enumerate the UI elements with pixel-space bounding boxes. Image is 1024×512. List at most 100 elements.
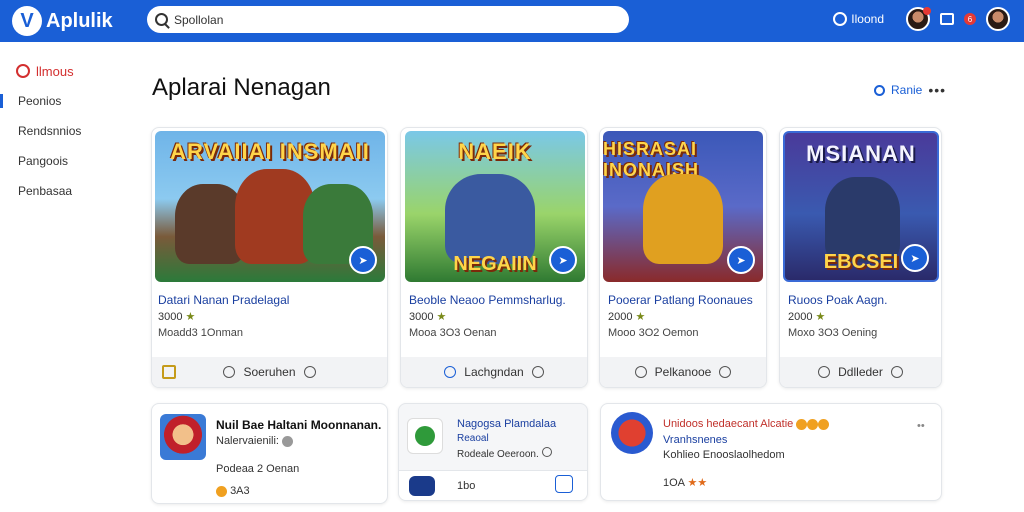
comment-icon <box>634 366 647 378</box>
hero-figure <box>445 174 535 264</box>
list-card-subtitle: Reaoal <box>457 433 489 444</box>
sidebar-item-1[interactable]: Peonios <box>0 86 130 116</box>
card-footer[interactable]: Pelkanooe <box>600 357 766 387</box>
list-card-meta: Podeaa 2 Oenan <box>216 463 300 475</box>
card-title[interactable]: Beoble Neaoo Pemmsharlug. <box>409 293 566 307</box>
game-card-2[interactable]: NAEIK NEGAIIN ➤ Beoble Neaoo Pemmsharlug… <box>400 127 588 388</box>
game-thumbnail[interactable]: HISRASAI INONAISH ➤ <box>603 131 763 282</box>
thumbnail-subtitle: EBCSEI <box>823 251 899 273</box>
status-dot <box>923 7 931 15</box>
count-text: 1OA <box>663 477 685 489</box>
emoji-icon <box>796 418 808 430</box>
app-icon[interactable] <box>611 412 653 454</box>
more-icon[interactable]: ••• <box>928 82 946 98</box>
list-card-3[interactable]: Unidoos hedaecant Alcatie Vranhsnenes Ko… <box>600 403 942 501</box>
hero-figure <box>643 174 723 264</box>
share-icon[interactable]: ➤ <box>727 246 755 274</box>
sidebar-item-label: Pangoois <box>18 154 69 168</box>
list-card-title[interactable]: Nagogsa Plamdalaa <box>457 418 556 430</box>
sidebar-brand[interactable]: llmous <box>0 56 130 86</box>
comment-icon <box>223 366 236 378</box>
card-rating: 3000 ★ <box>158 310 195 323</box>
sidebar-item-4[interactable]: Penbasaa <box>0 176 130 206</box>
meta-text: Rodeale Oeeroon. <box>457 449 539 460</box>
app-logo[interactable]: V Aplulik <box>12 6 113 36</box>
list-card-1[interactable]: Nuil Bae Haltani Moonnanan. Nalervaienil… <box>151 403 388 504</box>
page-action[interactable]: Ranie ••• <box>874 82 946 98</box>
title-text: Unidoos hedaecant Alcatie <box>663 418 794 430</box>
sidebar-item-2[interactable]: Rendsnnios <box>0 116 130 146</box>
sidebar-item-label: Penbasaa <box>18 184 73 198</box>
card-meta: Mooo 3O2 Oemon <box>608 327 699 339</box>
list-card-2[interactable]: Nagogsa Plamdalaa Reaoal Rodeale Oeeroon… <box>398 403 588 501</box>
refresh-icon <box>874 84 885 96</box>
page-action-label: Ranie <box>891 83 923 97</box>
nav-label[interactable]: Iloond <box>851 12 884 26</box>
card-rating: 2000 ★ <box>788 310 825 323</box>
open-icon[interactable] <box>555 475 573 493</box>
sidebar-item-label: Peonios <box>18 94 62 108</box>
comment-icon <box>818 366 831 378</box>
sidebar-brand-label: llmous <box>36 63 74 79</box>
card-title[interactable]: Pooerar Patlang Roonaues <box>608 293 753 307</box>
list-card-count: 1OA ★★ <box>663 476 707 489</box>
card-title[interactable]: Ruoos Poak Aagn. <box>788 293 887 307</box>
search-bar[interactable] <box>147 6 629 33</box>
share-icon[interactable]: ➤ <box>549 246 577 274</box>
brand-icon <box>16 64 30 78</box>
note-icon[interactable] <box>162 365 176 379</box>
card-rating: 2000 ★ <box>608 310 645 323</box>
reply-icon[interactable] <box>890 366 903 378</box>
sidebar-item-3[interactable]: Pangoois <box>0 146 130 176</box>
app-icon[interactable] <box>160 414 206 460</box>
subtitle-text: Nalervaienili: <box>216 435 279 447</box>
card-title[interactable]: Datari Nanan Pradelagal <box>158 293 289 307</box>
card-footer[interactable]: Lachgndan <box>401 357 587 387</box>
card-footer[interactable]: Ddlleder <box>780 357 941 387</box>
reply-icon[interactable] <box>531 366 544 378</box>
reply-icon[interactable] <box>303 366 316 378</box>
reply-icon[interactable] <box>719 366 732 378</box>
footer-label: Soeruhen <box>243 365 296 379</box>
thumbnail-title: MSIANAN <box>806 141 916 166</box>
message-icon[interactable] <box>940 13 954 25</box>
card-footer[interactable]: Soeruhen <box>152 357 387 387</box>
search-input[interactable] <box>174 12 604 27</box>
user-avatar[interactable] <box>986 7 1010 31</box>
search-icon <box>155 13 168 26</box>
globe-icon[interactable] <box>833 12 848 26</box>
star-icon: ★ <box>635 311 646 323</box>
notification-badge[interactable]: 6 <box>964 13 976 25</box>
logo-icon: V <box>12 6 42 36</box>
avatar[interactable] <box>409 476 435 496</box>
emoji-icon <box>818 418 830 430</box>
game-thumbnail[interactable]: NAEIK NEGAIIN ➤ <box>405 131 585 282</box>
game-thumbnail[interactable]: ARVAIIAI INSMAII ➤ <box>155 131 385 282</box>
share-icon[interactable]: ➤ <box>349 246 377 274</box>
list-card-title[interactable]: Unidoos hedaecant Alcatie <box>663 418 830 430</box>
list-card-subtitle: Nalervaienili: <box>216 435 294 447</box>
star-icon: ★ <box>436 311 447 323</box>
list-card-title[interactable]: Nuil Bae Haltani Moonnanan. <box>216 418 381 432</box>
list-card-count: 1bo <box>457 480 476 492</box>
game-thumbnail[interactable]: MSIANAN EBCSEI ➤ <box>783 131 939 282</box>
list-card-meta: Kohlieo Enooslaolhedom <box>663 449 785 461</box>
share-icon[interactable]: ➤ <box>901 244 929 272</box>
game-card-4[interactable]: MSIANAN EBCSEI ➤ Ruoos Poak Aagn. 2000 ★… <box>779 127 942 388</box>
more-icon[interactable]: •• <box>917 420 925 432</box>
comment-icon <box>444 366 457 378</box>
app-icon[interactable] <box>407 418 443 454</box>
thumbnail-title: NAEIK <box>458 139 532 164</box>
page-title: Aplarai Nenagan <box>152 74 331 101</box>
rating-value: 3000 <box>409 311 434 323</box>
comment-icon <box>541 447 552 457</box>
game-card-1[interactable]: ARVAIIAI INSMAII ➤ Datari Nanan Pradelag… <box>151 127 388 388</box>
game-card-3[interactable]: HISRASAI INONAISH ➤ Pooerar Patlang Roon… <box>599 127 767 388</box>
reaction-count: 3A3 <box>230 485 250 497</box>
list-card-subtitle: Vranhsnenes <box>663 434 728 446</box>
emoji-icon <box>282 435 294 447</box>
top-bar: V Aplulik Iloond 6 <box>0 0 1024 42</box>
card-meta: Mooa 3O3 Oenan <box>409 327 497 339</box>
profile-avatar[interactable] <box>906 7 931 31</box>
emoji-icon <box>807 418 819 430</box>
